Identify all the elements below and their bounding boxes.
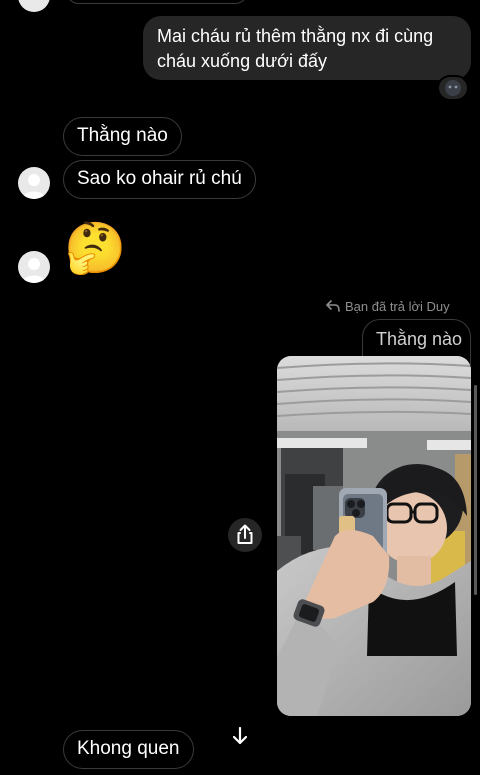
incoming-message[interactable]: Khong quen [63, 730, 194, 769]
reply-header: Bạn đã trả lời Duy [326, 297, 450, 315]
scrollbar[interactable] [474, 385, 477, 595]
incoming-message-text: Khong quen [77, 738, 180, 759]
emoji-message[interactable]: 🤔 [64, 218, 126, 278]
avatar-partial-top [18, 0, 50, 12]
reaction-avatar[interactable] [437, 75, 469, 101]
partial-bubble-top [66, 0, 248, 4]
scroll-to-bottom-button[interactable] [226, 722, 254, 750]
default-avatar-icon [22, 174, 46, 199]
quoted-message-text: Thằng nào [376, 329, 463, 349]
outgoing-message[interactable]: Mai cháu rủ thêm thằng nx đi cùng cháu x… [143, 16, 471, 80]
incoming-message[interactable]: Thằng nào [63, 117, 182, 156]
reply-header-text: Bạn đã trả lời Duy [345, 298, 450, 314]
arrow-down-icon [232, 726, 248, 745]
default-avatar-icon [22, 258, 46, 283]
outgoing-message-text: Mai cháu rủ thêm thằng nx đi cùng cháu x… [157, 26, 434, 71]
share-icon [237, 524, 253, 544]
photo-message[interactable] [277, 356, 471, 716]
avatar[interactable] [18, 251, 50, 283]
incoming-message[interactable]: Sao ko ohair rủ chú [63, 160, 256, 199]
incoming-message-text: Thằng nào [77, 125, 168, 146]
avatar[interactable] [18, 167, 50, 199]
share-button[interactable] [228, 518, 262, 552]
reaction-face-icon [445, 80, 461, 96]
reply-arrow-icon [326, 300, 340, 312]
incoming-message-text: Sao ko ohair rủ chú [77, 168, 242, 189]
photo-image [277, 356, 471, 716]
